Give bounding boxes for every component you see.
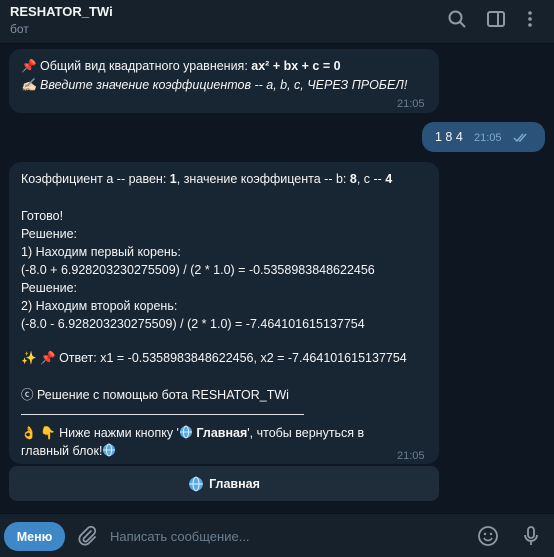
message-text: 📌 Общий вид квадратного уравнения:: [21, 59, 252, 73]
globe-icon: [179, 425, 192, 439]
search-icon[interactable]: [447, 9, 467, 29]
root1-formula: (-8.0 + 6.928203230275509) / (2 * 1.0) =…: [21, 263, 375, 277]
menu-button[interactable]: Меню: [4, 522, 65, 551]
message-text: ', чтобы вернуться в: [247, 426, 365, 440]
coefficients-line: Коэффициент a -- равен: 1, значение коэф…: [21, 170, 392, 188]
coef-a-value: 1: [169, 172, 177, 186]
globe-icon: [103, 443, 116, 457]
sidebar-toggle-icon[interactable]: [486, 9, 506, 29]
message-text: Коэффициент a -- равен:: [21, 172, 170, 186]
message-text: , c --: [356, 172, 386, 186]
message-time: 21:05: [474, 132, 502, 144]
message-list[interactable]: 📌 Общий вид квадратного уравнения: ax² +…: [0, 45, 554, 512]
emoji-icon[interactable]: [476, 524, 500, 548]
message-bubble-intro[interactable]: 📌 Общий вид квадратного уравнения: ax² +…: [9, 49, 439, 113]
main-button-mention: Главная: [192, 426, 248, 440]
message-text: 1 8 4: [435, 130, 463, 144]
globe-icon: [189, 476, 203, 491]
ready-line: Готово!: [21, 209, 64, 223]
message-line: 📌 Общий вид квадратного уравнения: ax² +…: [21, 57, 341, 75]
root2-formula: (-8.0 - 6.928203230275509) / (2 * 1.0) =…: [21, 317, 365, 331]
main-menu-button[interactable]: Главная: [9, 466, 439, 501]
message-bubble-outgoing[interactable]: 1 8 4 21:05: [422, 122, 545, 152]
divider: [21, 414, 304, 415]
paperclip-icon[interactable]: [76, 525, 98, 547]
main-menu-button-label: Главная: [209, 476, 260, 491]
chat-subtitle: бот: [10, 22, 29, 36]
chat-header: RESHATOR_TWi бот: [0, 0, 554, 44]
hint-line-2: главный блок!: [21, 442, 116, 460]
coef-c-value: 4: [385, 172, 393, 186]
root2-label: 2) Находим второй корень:: [21, 299, 178, 313]
equation-text: ax² + bx + c = 0: [251, 59, 341, 73]
solution-heading: Решение:: [21, 281, 78, 295]
message-composer: Меню: [0, 513, 554, 557]
hint-line: 👌 👇 Ниже нажми кнопку ' Главная', чтобы …: [21, 424, 364, 442]
answer-line: ✨ 📌 Ответ: x1 = -0.5358983848622456, x2 …: [21, 351, 407, 365]
double-check-icon: [513, 133, 527, 143]
microphone-icon[interactable]: [519, 524, 543, 548]
root1-label: 1) Находим первый корень:: [21, 245, 181, 259]
message-text: , значение коэффицента -- b:: [176, 172, 350, 186]
message-time: 21:05: [397, 98, 425, 110]
message-text: 👌 👇 Ниже нажми кнопку ': [21, 426, 179, 440]
coef-b-value: 8: [349, 172, 357, 186]
solution-heading: Решение:: [21, 227, 78, 241]
message-text: главный блок!: [21, 444, 103, 458]
message-instruction: ✍🏻 Введите значение коэффициентов -- a, …: [21, 78, 408, 92]
credit-line: ⓒ Решение с помощью бота RESHATOR_TWi: [21, 388, 289, 402]
chat-title[interactable]: RESHATOR_TWi: [10, 4, 113, 19]
message-input[interactable]: [110, 525, 460, 547]
message-bubble-solution[interactable]: Коэффициент a -- равен: 1, значение коэф…: [9, 162, 439, 464]
message-time: 21:05: [397, 450, 425, 462]
more-options-icon[interactable]: [520, 9, 540, 29]
